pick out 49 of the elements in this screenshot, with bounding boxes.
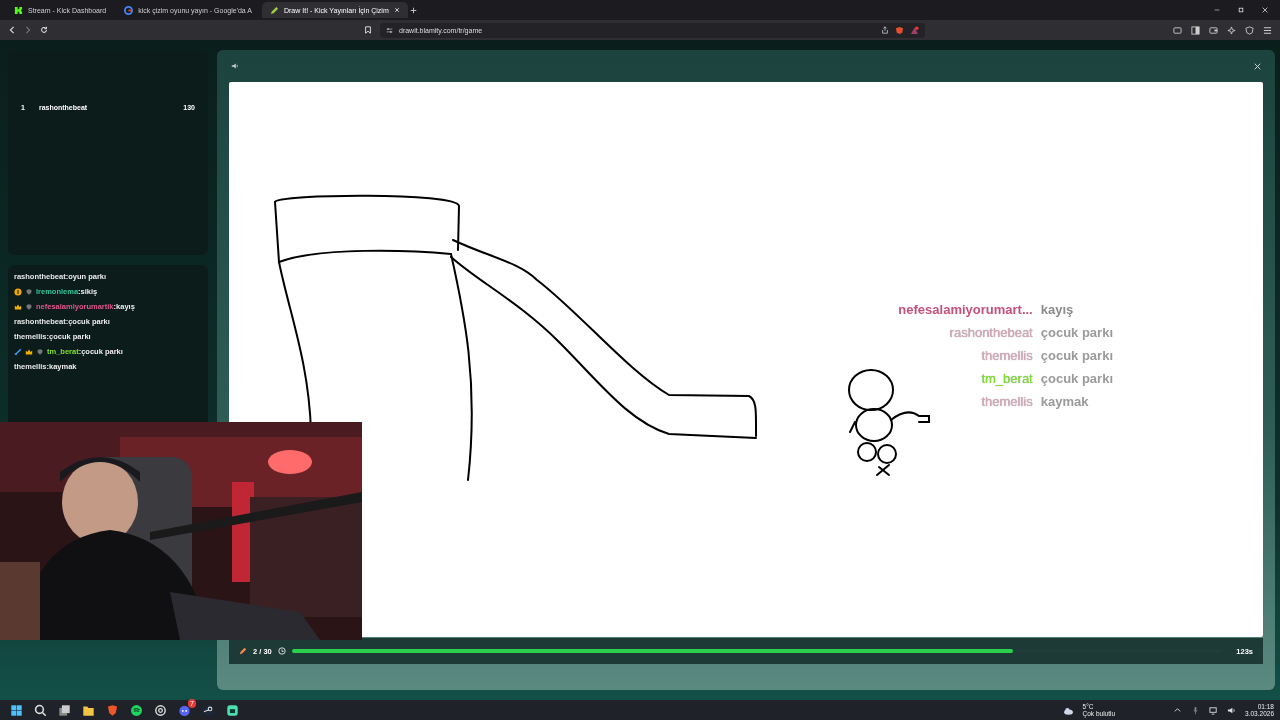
guess-text: çocuk parkı xyxy=(1040,371,1113,387)
share-icon[interactable] xyxy=(881,26,889,34)
guess-username: themellis xyxy=(980,348,1033,364)
lion-shield-icon[interactable] xyxy=(106,703,119,717)
guess-username: themellis xyxy=(980,394,1033,410)
crown-badge-icon xyxy=(14,302,22,311)
guess-username: rashonthebeat xyxy=(948,325,1033,341)
shield-extension-icon[interactable] xyxy=(895,25,904,35)
google-logo-icon xyxy=(124,5,134,15)
site-settings-icon[interactable] xyxy=(386,26,393,34)
bookmark-icon[interactable] xyxy=(364,26,372,34)
shield-badge-icon xyxy=(36,347,44,356)
task-view-icon[interactable] xyxy=(58,703,71,717)
pencil-icon xyxy=(239,647,247,655)
menu-icon[interactable] xyxy=(1263,25,1272,35)
music-app-icon[interactable] xyxy=(130,703,143,717)
back-icon[interactable] xyxy=(8,26,16,34)
sword-badge-icon xyxy=(14,347,22,356)
forward-icon[interactable] xyxy=(24,26,32,34)
reload-icon[interactable] xyxy=(40,26,48,34)
kick-logo-icon xyxy=(14,5,23,15)
sidebar-icon[interactable] xyxy=(1191,25,1200,35)
triangle-extension-icon[interactable] xyxy=(910,25,919,35)
speaker-icon[interactable] xyxy=(231,62,239,70)
coin-badge-icon xyxy=(14,287,22,296)
sparkle-icon[interactable] xyxy=(1227,25,1236,35)
guess-text: çocuk parkı xyxy=(1040,348,1113,364)
close-icon[interactable] xyxy=(393,7,400,13)
shield-icon[interactable] xyxy=(1245,25,1254,35)
volume-icon[interactable] xyxy=(1227,705,1237,715)
new-tab-icon[interactable] xyxy=(409,6,417,14)
clock-icon xyxy=(277,647,286,655)
close-icon[interactable] xyxy=(1262,7,1268,13)
close-icon[interactable] xyxy=(1254,62,1261,70)
crown-badge-icon xyxy=(25,347,33,356)
chevron-up-icon[interactable] xyxy=(1173,705,1183,715)
guess-username: nefesalamiyorumart... xyxy=(898,302,1033,318)
network-icon[interactable] xyxy=(1209,705,1219,715)
guess-username: tm_berat xyxy=(980,371,1033,387)
guess-text: çocuk parkı xyxy=(1040,325,1113,341)
wallet-icon[interactable] xyxy=(1209,25,1218,35)
screenshot-icon[interactable] xyxy=(1173,25,1182,35)
search-icon[interactable] xyxy=(34,703,47,717)
pencil-icon xyxy=(270,5,279,15)
windows-logo-icon[interactable] xyxy=(10,703,23,717)
guess-text: kaymak xyxy=(1040,394,1090,410)
restore-icon[interactable] xyxy=(1238,7,1244,13)
guess-text: kayış xyxy=(1040,302,1075,318)
app-tile-icon[interactable] xyxy=(226,703,239,717)
